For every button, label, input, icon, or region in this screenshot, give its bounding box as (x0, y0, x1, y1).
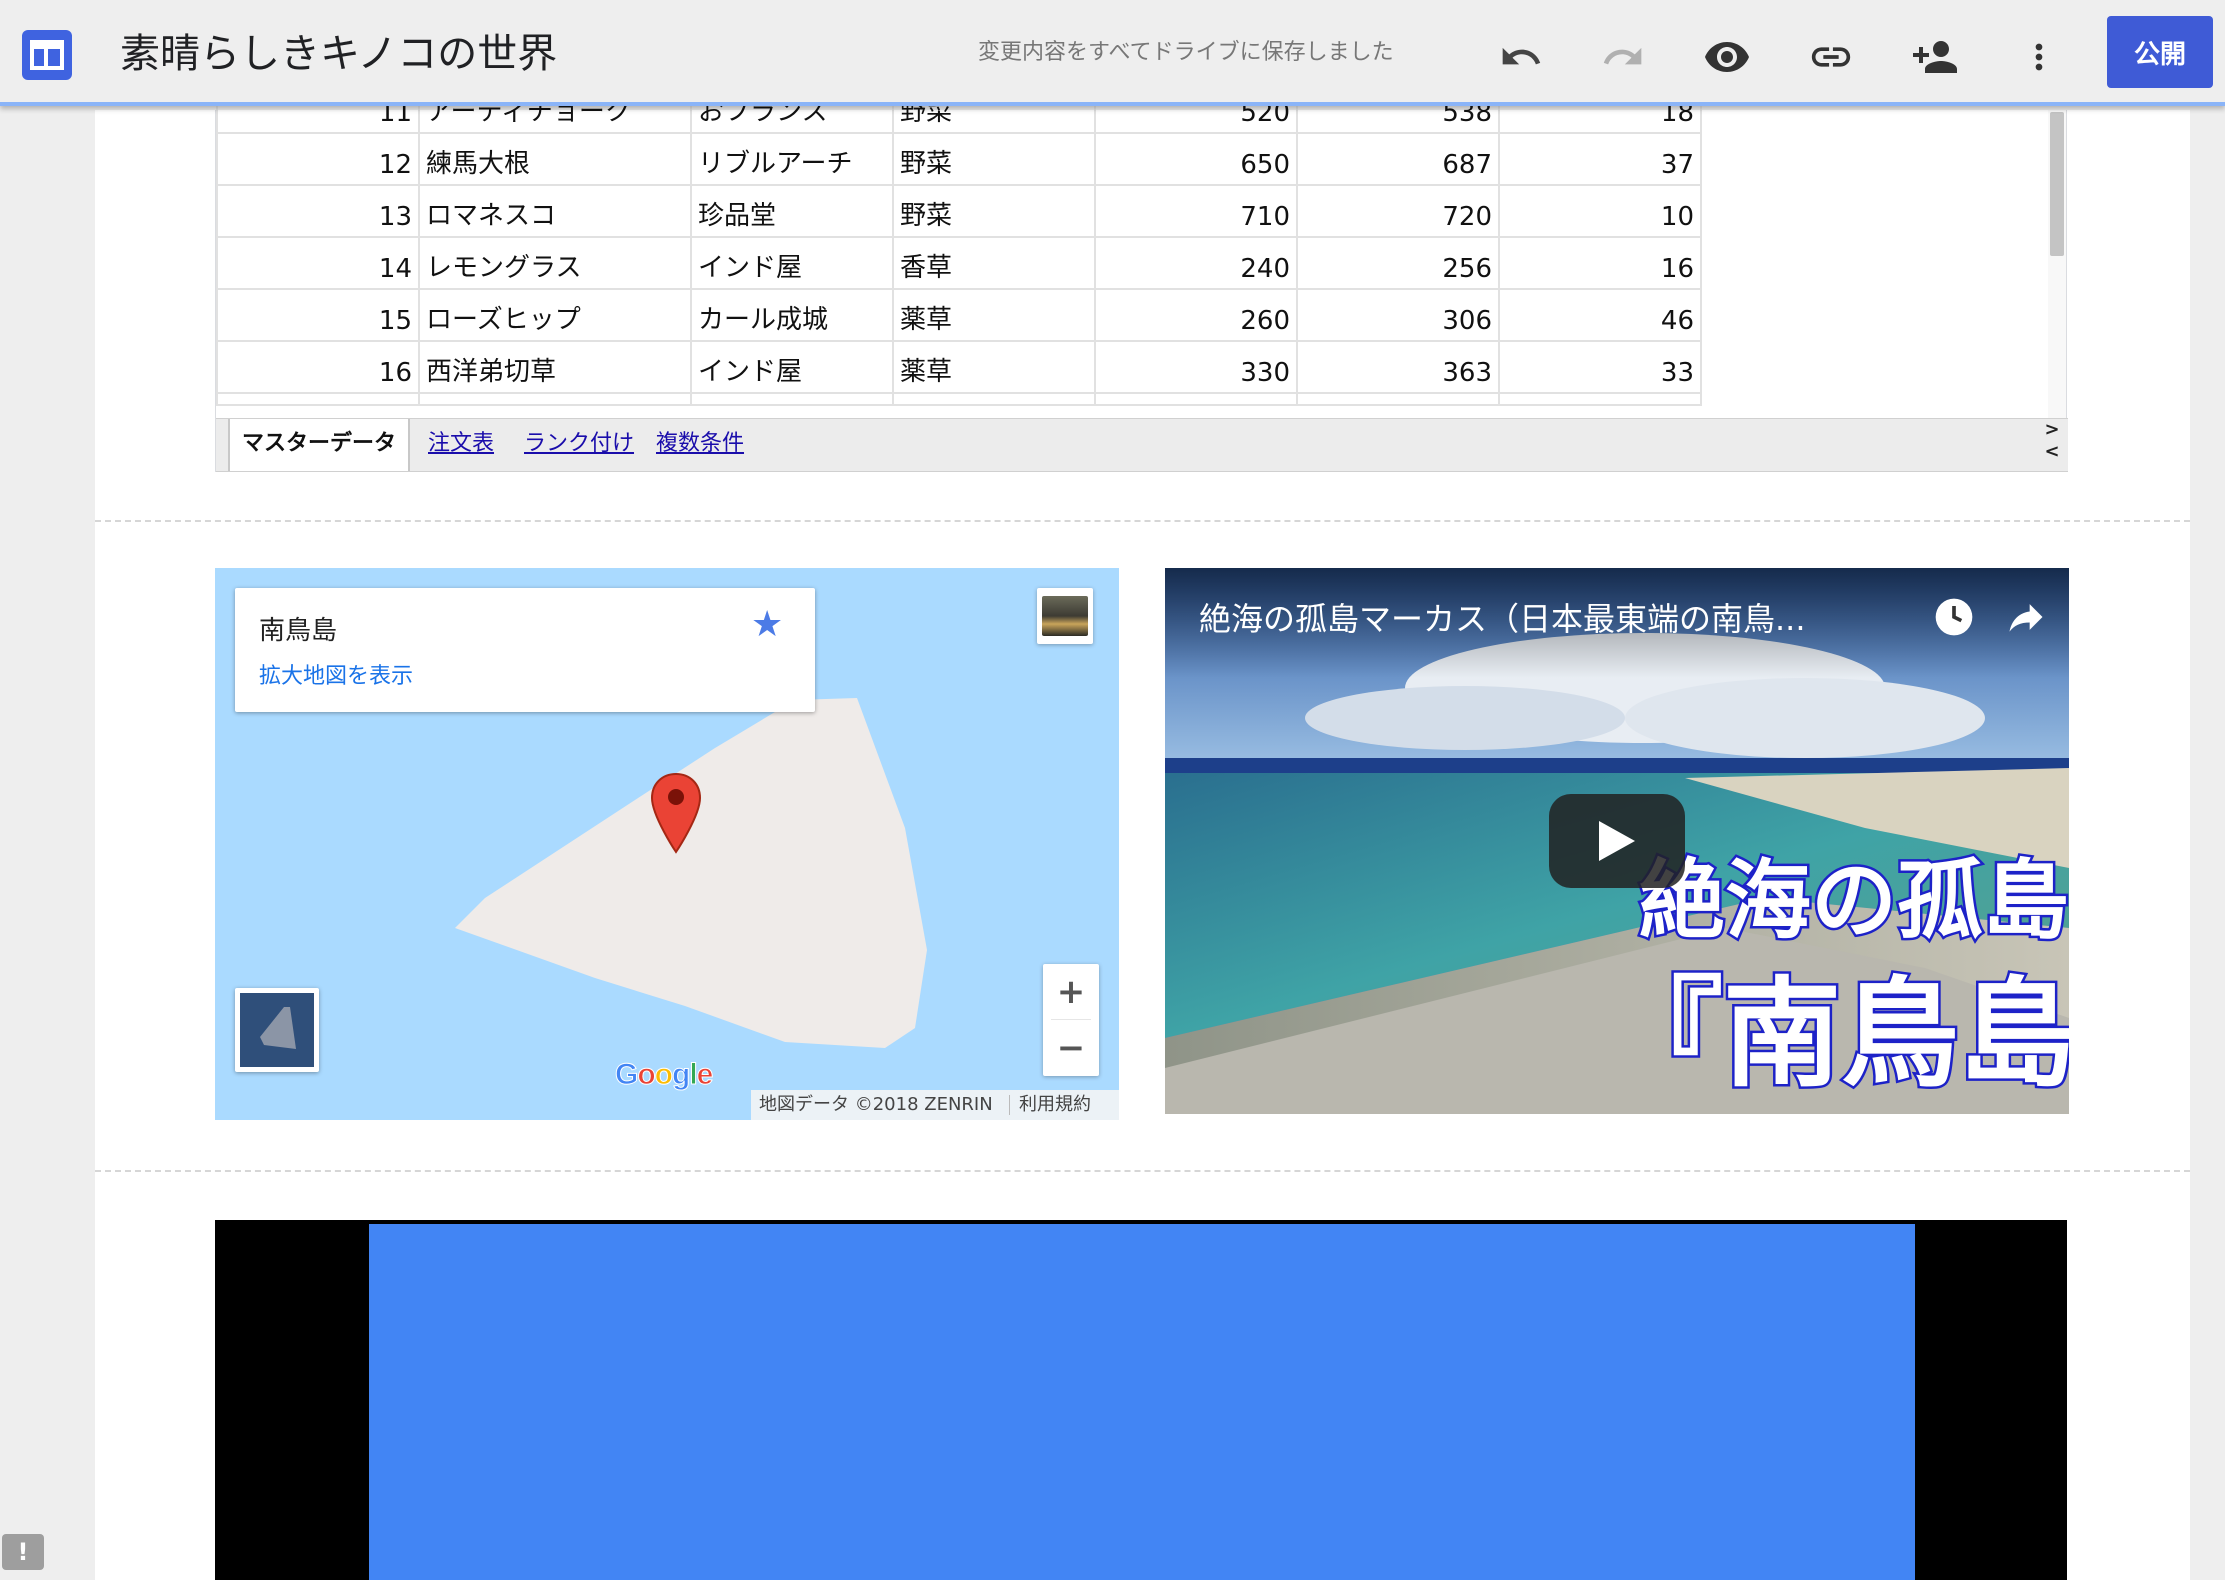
tab-scroll-arrows[interactable]: > < (2042, 419, 2062, 471)
cell-shop-name[interactable]: インド屋 (690, 236, 894, 290)
zoom-out-button[interactable]: − (1043, 1020, 1099, 1076)
slides-embed[interactable] (215, 1220, 2067, 1580)
cell-value-b[interactable]: 363 (1296, 340, 1500, 394)
table-row: 15 ローズヒップ カール成城 薬草 260 306 46 (216, 288, 1702, 342)
cell-value-c[interactable]: 10 (1498, 184, 1702, 238)
share-arrow-icon[interactable] (2001, 592, 2051, 642)
cell-row-number[interactable]: 15 (216, 288, 420, 342)
cell-row-number[interactable]: 16 (216, 340, 420, 394)
place-name: 南鳥島 (259, 616, 338, 646)
cell-item-name[interactable]: 西洋弟切草 (418, 340, 692, 394)
cell-row-number[interactable]: 12 (216, 132, 420, 186)
video-title[interactable]: 絶海の孤島マーカス（日本最東端の南鳥... (1199, 594, 1806, 640)
tab-next-arrow[interactable]: > (2042, 419, 2062, 441)
cell-value-b[interactable]: 256 (1296, 236, 1500, 290)
cell-shop-name[interactable]: リブルアーチ (690, 132, 894, 186)
larger-map-link[interactable]: 拡大地図を表示 (259, 658, 413, 690)
sites-logo-icon[interactable] (22, 30, 72, 80)
cell-category[interactable]: 香草 (892, 236, 1096, 290)
tab-master-data[interactable]: マスターデータ (228, 419, 410, 471)
cell-value-c[interactable]: 16 (1498, 236, 1702, 290)
street-view-thumbnail-icon[interactable] (1037, 588, 1093, 644)
cell-value-b[interactable]: 687 (1296, 132, 1500, 186)
zoom-in-button[interactable]: + (1043, 964, 1099, 1020)
satellite-toggle-icon[interactable] (235, 988, 319, 1072)
cell-value-a[interactable]: 240 (1094, 236, 1298, 290)
undo-icon[interactable] (1494, 30, 1548, 84)
cell-value-c[interactable]: 37 (1498, 132, 1702, 186)
google-logo: Google (614, 1058, 713, 1092)
cell-item-name[interactable]: レモングラス (418, 236, 692, 290)
more-icon[interactable] (2012, 30, 2066, 84)
map-data-attribution: 地図データ ©2018 ZENRIN (759, 1094, 993, 1115)
site-title[interactable]: 素晴らしきキノコの世界 (120, 28, 557, 80)
top-bar: 素晴らしきキノコの世界 変更内容をすべてドライブに保存しました 公開 (0, 0, 2225, 106)
feedback-icon[interactable]: ! (2, 1534, 44, 1570)
page-canvas: 11 アーティチョーク おフランス 野菜 520 538 18 12 練馬大根 リブルアーチ 野菜 6… (95, 80, 2190, 1580)
cell-row-number[interactable]: 13 (216, 184, 420, 238)
cell-row-number[interactable]: 14 (216, 236, 420, 290)
sheet-scrollbar-thumb[interactable] (2050, 112, 2064, 256)
tab-ranking[interactable]: ランク付け (524, 419, 634, 471)
preview-icon[interactable] (1700, 30, 1754, 84)
table-row-partial (216, 392, 1702, 406)
table-row: 12 練馬大根 リブルアーチ 野菜 650 687 37 (216, 132, 1702, 186)
tab-prev-arrow[interactable]: < (2042, 441, 2062, 463)
cell-category[interactable]: 薬草 (892, 288, 1096, 342)
cell-value-c[interactable]: 33 (1498, 340, 1702, 394)
map-attribution-bar: 地図データ ©2018 ZENRIN 利用規約 (751, 1090, 1119, 1120)
map-marker-icon[interactable] (649, 772, 703, 860)
cell-value-a[interactable]: 710 (1094, 184, 1298, 238)
cell-category[interactable]: 薬草 (892, 340, 1096, 394)
map-terms-link[interactable]: 利用規約 (1019, 1090, 1091, 1120)
cell-value-a[interactable]: 260 (1094, 288, 1298, 342)
link-icon[interactable] (1804, 30, 1858, 84)
table-row: 16 西洋弟切草 インド屋 薬草 330 363 33 (216, 340, 1702, 394)
zoom-control: + − (1043, 964, 1099, 1076)
tab-order-sheet[interactable]: 注文表 (428, 419, 494, 471)
cell-value-a[interactable]: 650 (1094, 132, 1298, 186)
youtube-video-embed[interactable]: 絶海の孤島マーカス（日本最東端の南鳥... 絶海の孤島 『南鳥島』 (1165, 568, 2069, 1114)
tab-multiple-conditions[interactable]: 複数条件 (656, 419, 744, 471)
save-status: 変更内容をすべてドライブに保存しました (978, 40, 1394, 65)
save-star-icon[interactable]: ★ (751, 604, 783, 645)
sheet-tab-bar: マスターデータ 注文表 ランク付け 複数条件 > < (216, 418, 2068, 472)
cell-item-name[interactable]: ロマネスコ (418, 184, 692, 238)
table-row: 14 レモングラス インド屋 香草 240 256 16 (216, 236, 1702, 290)
google-map-embed[interactable]: 南鳥島 拡大地図を表示 ★ + − Google 地図データ ©2018 ZEN… (215, 568, 1119, 1120)
cell-value-b[interactable]: 306 (1296, 288, 1500, 342)
cell-value-c[interactable]: 46 (1498, 288, 1702, 342)
cell-category[interactable]: 野菜 (892, 132, 1096, 186)
spreadsheet-embed[interactable]: 11 アーティチョーク おフランス 野菜 520 538 18 12 練馬大根 リブルアーチ 野菜 6… (215, 80, 2068, 472)
watch-later-icon[interactable] (1929, 592, 1979, 642)
video-overlay-caption-1: 絶海の孤島 (1637, 849, 2070, 954)
place-info-card: 南鳥島 拡大地図を表示 ★ (235, 588, 815, 712)
cell-value-a[interactable]: 330 (1094, 340, 1298, 394)
video-overlay-caption-2: 『南鳥島』 (1602, 963, 2069, 1106)
cell-shop-name[interactable]: インド屋 (690, 340, 894, 394)
cell-item-name[interactable]: ローズヒップ (418, 288, 692, 342)
cell-shop-name[interactable]: カール成城 (690, 288, 894, 342)
section-divider (95, 520, 2190, 522)
redo-icon[interactable] (1596, 30, 1650, 84)
play-button[interactable] (1549, 794, 1685, 888)
table-row: 13 ロマネスコ 珍品堂 野菜 710 720 10 (216, 184, 1702, 238)
cell-category[interactable]: 野菜 (892, 184, 1096, 238)
cell-shop-name[interactable]: 珍品堂 (690, 184, 894, 238)
section-divider (95, 1170, 2190, 1172)
publish-button[interactable]: 公開 (2107, 16, 2213, 88)
cell-value-b[interactable]: 720 (1296, 184, 1500, 238)
share-icon[interactable] (1908, 30, 1962, 84)
spreadsheet-table: 11 アーティチョーク おフランス 野菜 520 538 18 12 練馬大根 リブルアーチ 野菜 6… (216, 80, 1702, 406)
cell-item-name[interactable]: 練馬大根 (418, 132, 692, 186)
slide-canvas (369, 1224, 1915, 1580)
